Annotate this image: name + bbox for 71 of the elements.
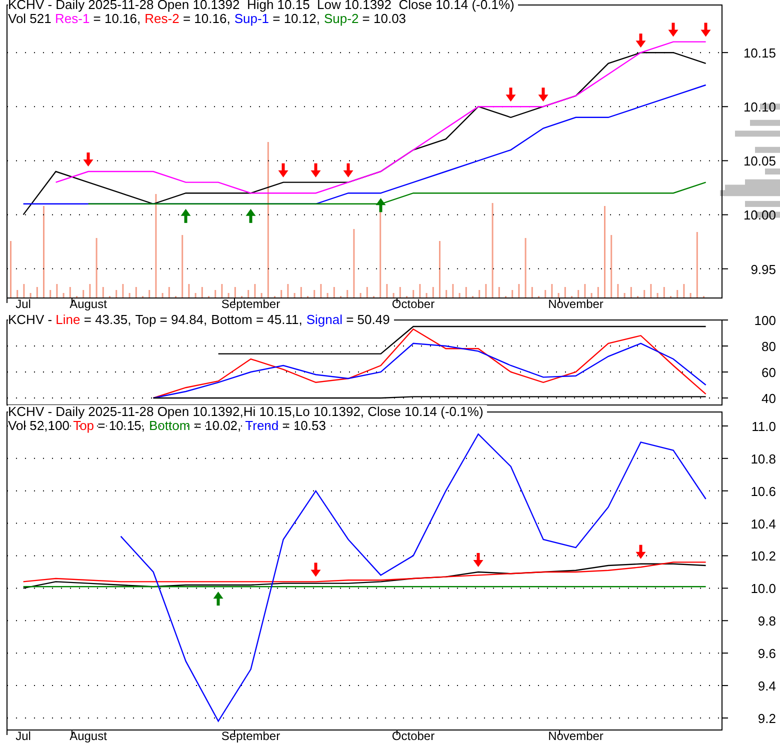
month-label: November (548, 729, 604, 743)
month-label: Jul (16, 729, 31, 743)
month-label: September (221, 297, 280, 311)
down-arrow-icon (506, 88, 516, 102)
axis-label: 10.0 (750, 581, 776, 596)
down-arrow-icon (700, 22, 711, 37)
down-arrow-icon (310, 163, 321, 178)
legend-label: Res-1 (55, 12, 90, 26)
legend-prefix: Vol 521 (8, 12, 52, 26)
axis-label: 9.4 (758, 678, 776, 694)
legend-label: Signal (306, 313, 342, 327)
legend-label: Res-2 (144, 12, 180, 26)
month-label: Jul (16, 297, 31, 311)
legend-label: Sup-2 (324, 12, 359, 26)
down-arrow-icon (83, 152, 94, 166)
axis-label: 9.6 (758, 646, 776, 662)
axis-label: 40 (762, 390, 776, 406)
down-arrow-icon (636, 34, 646, 48)
up-arrow-icon (213, 592, 224, 606)
axis-label: 60 (762, 365, 776, 380)
down-arrow-icon (310, 562, 321, 577)
month-label: August (70, 729, 107, 743)
month-label: September (221, 729, 280, 743)
down-arrow-icon (278, 163, 288, 178)
axis-label: 10.6 (750, 484, 776, 499)
legend-value: = 43.35, (80, 313, 136, 327)
legend-label: Bottom (149, 419, 190, 433)
axis-label: 9.8 (758, 614, 776, 629)
axis-label: 10.4 (750, 516, 776, 532)
axis-label: 10.05 (743, 154, 776, 169)
axis-label: 9.2 (758, 711, 776, 726)
axis-label: 10.15 (743, 46, 776, 61)
legend-value: = 10.16, (182, 12, 232, 26)
legend-value: = 10.03 (361, 12, 408, 26)
legend-label: Line (56, 313, 80, 327)
axis-label: 9.95 (750, 262, 776, 277)
legend-value: = 10.12, (272, 12, 321, 26)
month-label: November (548, 297, 604, 311)
month-label: October (392, 297, 435, 311)
legend-prefix: KCHV - (8, 313, 56, 327)
up-arrow-icon (246, 208, 256, 223)
down-arrow-icon (343, 163, 354, 178)
legend-value: = 45.11, (252, 313, 306, 327)
legend-value: = 10.53 (281, 419, 327, 433)
legend-label: Top (73, 419, 94, 433)
month-label: October (392, 729, 435, 743)
legend-label: Trend (245, 419, 279, 433)
legend-label: Top (135, 313, 156, 327)
axis-label: 100 (754, 313, 776, 328)
down-arrow-icon (473, 552, 484, 567)
legend-label: Sup-1 (234, 12, 270, 26)
axis-label: 10.10 (743, 100, 776, 115)
legend-value: = 10.15, (96, 419, 146, 433)
legend-value: = 10.02, (192, 419, 242, 433)
axis-label: 10.00 (743, 208, 776, 223)
axis-label: 10.8 (750, 451, 776, 466)
up-arrow-icon (376, 198, 386, 212)
down-arrow-icon (538, 88, 548, 102)
legend-label: Bottom (211, 313, 252, 327)
month-label: August (70, 297, 107, 311)
up-arrow-icon (180, 208, 191, 223)
legend-value: = 50.49 (342, 313, 394, 327)
legend-value: = 94.84, (156, 313, 212, 327)
axis-label: 80 (762, 339, 776, 354)
legend-prefix: Vol 52,100 (8, 419, 70, 433)
down-arrow-icon (668, 22, 678, 37)
legend-value: = 10.16, (92, 12, 142, 26)
down-arrow-icon (636, 544, 646, 559)
axis-label: 10.2 (750, 548, 776, 564)
axis-label: 11.0 (752, 418, 776, 434)
chart-title: KCHV - Daily 2025-11-28 Open 10.1392,Hi 10.15,Lo 10.1392, Close 10.14 (-0.1%) (8, 405, 488, 419)
